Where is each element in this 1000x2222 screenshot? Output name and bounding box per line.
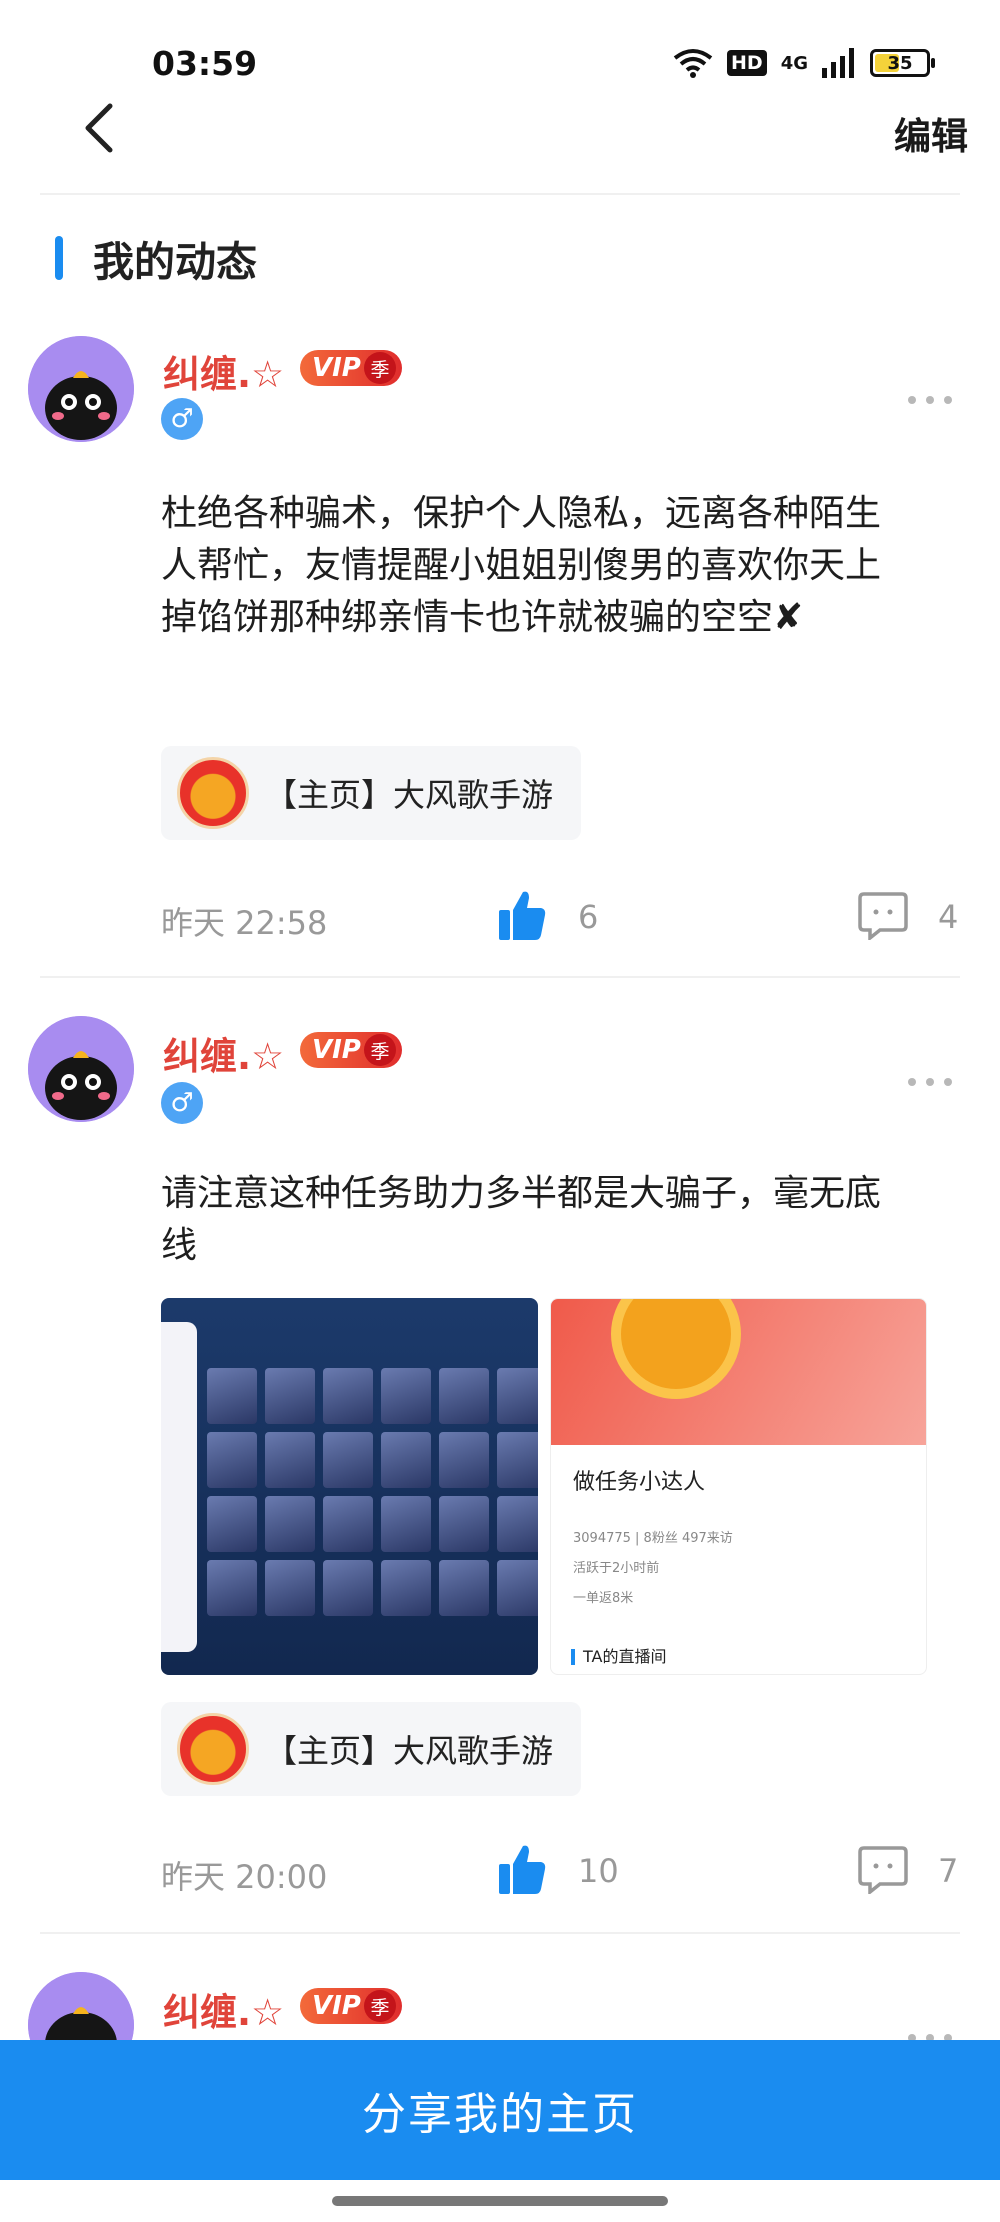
username[interactable]: 纠缠.☆: [163, 1026, 284, 1080]
post-divider: [40, 976, 960, 978]
post-content: 请注意这种任务助力多半都是大骗子，毫无底线: [161, 1173, 882, 1266]
avatar[interactable]: [28, 336, 134, 442]
vip-badge: VIP 季: [300, 1988, 402, 2024]
more-dot-icon: [908, 396, 916, 404]
profile-stats: 3094775 | 8粉丝 497来访: [573, 1531, 733, 1546]
status-time: 03:59: [152, 44, 258, 83]
share-homepage-button[interactable]: 分享我的主页: [0, 2040, 1000, 2180]
male-gender-icon: ♂: [161, 1082, 203, 1124]
cat-avatar-icon: [28, 1016, 134, 1122]
thumbs-up-icon[interactable]: [497, 1842, 547, 1896]
more-dot-icon: [926, 1078, 934, 1086]
post-time: 昨天 20:00: [161, 1858, 328, 1896]
vip-label: VIP: [312, 1035, 361, 1065]
post-footer: 昨天 20:00 10 7: [0, 1842, 1000, 1902]
edit-button[interactable]: 编辑: [894, 106, 968, 160]
post-footer: 昨天 22:58 6 4: [0, 888, 1000, 948]
cat-avatar-icon: [28, 336, 134, 442]
more-dot-icon: [944, 396, 952, 404]
comment-count: 4: [938, 898, 959, 936]
vip-badge: VIP 季: [300, 1032, 402, 1068]
wifi-icon: [673, 49, 713, 78]
profile-banner: [551, 1299, 926, 1445]
comment-count: 7: [938, 1852, 959, 1890]
back-button[interactable]: [82, 98, 122, 158]
screenshot-side-panel: [161, 1322, 197, 1652]
signal-icon: [822, 48, 854, 78]
more-options-button[interactable]: [908, 1072, 952, 1092]
male-gender-icon: ♂: [161, 398, 203, 440]
section-title: 我的动态: [93, 238, 257, 286]
game-tag[interactable]: 【主页】大风歌手游: [161, 746, 581, 840]
more-options-button[interactable]: [908, 390, 952, 410]
like-count: 10: [578, 1852, 619, 1890]
section-header: 我的动态: [55, 228, 257, 288]
post-time: 昨天 22:58: [161, 904, 328, 942]
nav-divider: [40, 193, 960, 195]
cat-avatar-icon: [28, 1972, 134, 2040]
profile-distance: 一单返8米: [573, 1591, 634, 1606]
comment-icon[interactable]: [858, 890, 908, 940]
season-badge: 季: [364, 352, 396, 384]
section-accent-bar: [55, 236, 63, 280]
vip-label: VIP: [312, 353, 361, 383]
username[interactable]: 纠缠.☆: [163, 344, 284, 398]
profile-name: 做任务小达人: [573, 1470, 706, 1495]
profile-section-title: TA的直播间: [571, 1649, 666, 1665]
game-screenshot-image[interactable]: [161, 1298, 538, 1675]
red-envelope-icon: [177, 757, 249, 829]
game-tag-label: 【主页】大风歌手游: [265, 776, 554, 814]
season-badge: 季: [364, 1034, 396, 1066]
more-dot-icon: [926, 396, 934, 404]
back-chevron-icon: [85, 103, 113, 153]
hero-grid: [207, 1368, 538, 1616]
profile-screenshot-image[interactable]: 做任务小达人 3094775 | 8粉丝 497来访 活跃于2小时前 一单返8米…: [550, 1298, 927, 1675]
username[interactable]: 纠缠.☆: [163, 1982, 284, 2036]
vip-label: VIP: [312, 1991, 361, 2021]
game-tag[interactable]: 【主页】大风歌手游: [161, 1702, 581, 1796]
post-card[interactable]: 纠缠.☆ VIP 季 ♂ 杜绝各种骗术，保护个人隐私，远离各种陌生人帮忙，友情提…: [0, 336, 1000, 976]
post-card[interactable]: 纠缠.☆ VIP 季: [0, 1972, 1000, 2040]
vip-badge: VIP 季: [300, 350, 402, 386]
post-content: 杜绝各种骗术，保护个人隐私，远离各种陌生人帮忙，友情提醒小姐姐别傻男的喜欢你天上…: [161, 493, 882, 638]
battery-icon: 35: [870, 49, 935, 77]
coin-icon: [611, 1299, 741, 1399]
avatar[interactable]: [28, 1972, 134, 2040]
home-indicator[interactable]: [332, 2196, 668, 2206]
status-icons: HD 4G 35: [673, 48, 935, 78]
avatar[interactable]: [28, 1016, 134, 1122]
hd-badge: HD: [727, 50, 767, 76]
battery-level: 35: [887, 52, 913, 74]
game-tag-label: 【主页】大风歌手游: [265, 1732, 554, 1770]
profile-active: 活跃于2小时前: [573, 1561, 660, 1576]
like-count: 6: [578, 898, 599, 936]
more-options-button[interactable]: [908, 2028, 952, 2040]
comment-icon[interactable]: [858, 1844, 908, 1894]
network-label: 4G: [780, 52, 808, 74]
post-divider: [40, 1932, 960, 1934]
image-grid: 做任务小达人 3094775 | 8粉丝 497来访 活跃于2小时前 一单返8米…: [161, 1298, 927, 1675]
status-bar: 03:59 HD 4G 35: [0, 0, 1000, 100]
thumbs-up-icon[interactable]: [497, 888, 547, 942]
season-badge: 季: [364, 1990, 396, 2022]
more-dot-icon: [944, 1078, 952, 1086]
more-dot-icon: [908, 1078, 916, 1086]
post-card[interactable]: 纠缠.☆ VIP 季 ♂ 请注意这种任务助力多半都是大骗子，毫无底线 做任务小达…: [0, 1016, 1000, 1916]
red-envelope-icon: [177, 1713, 249, 1785]
